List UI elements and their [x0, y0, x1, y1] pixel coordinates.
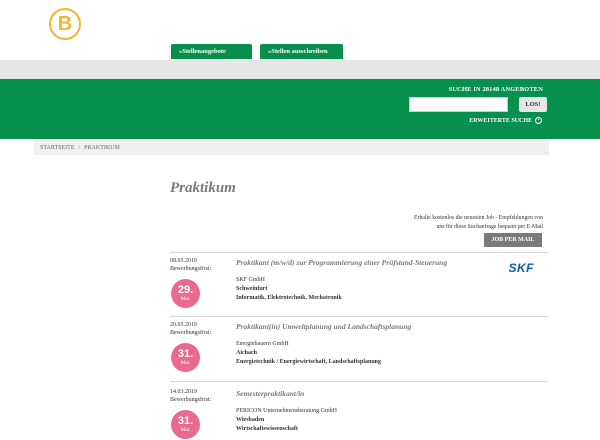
divider [170, 316, 548, 317]
tab-stellen-ausschreiben[interactable]: »Stellen ausschreiben [260, 44, 343, 59]
job-city: Aichach [236, 350, 257, 356]
job-deadline-label: Bewerbungsfrist: [170, 266, 212, 272]
mail-info: Erhalte kostenlos die neuesten Job - Emp… [383, 214, 543, 232]
job-field: Informatik, Elektrotechnik, Mechatronik [236, 295, 342, 301]
job-city: Schweinfurt [236, 286, 268, 292]
job-field: Wirtschaftswissenschaft [236, 426, 298, 432]
search-button[interactable]: LOS! [519, 97, 547, 112]
job-title-link[interactable]: Semesterpraktikant/in [236, 389, 304, 398]
job-company: SKF GmbH [236, 277, 265, 283]
logo-letter: B [57, 13, 73, 35]
tab-stellenangebote[interactable]: »Stellenangebote [171, 44, 252, 59]
deadline-day: 31. [177, 415, 194, 427]
job-listing: 20.03.2019 Bewerbungsfrist: 31. Mar. Pra… [170, 322, 548, 386]
deadline-month: Mar. [180, 360, 191, 366]
mail-info-line2: uns für diese Suchanfrage bequem per E-M… [436, 224, 543, 230]
search-input[interactable] [409, 97, 508, 112]
deadline-day: 31. [177, 348, 194, 360]
deadline-badge: 29. Mar. [171, 279, 200, 308]
deadline-day: 29. [177, 284, 194, 296]
deadline-month: Mar. [180, 296, 191, 302]
job-listing: 08.03.2019 Bewerbungsfrist: 29. Mar. Pra… [170, 258, 548, 322]
plus-circle-icon: + [535, 117, 542, 124]
deadline-month: Mar. [180, 427, 191, 433]
job-date: 20.03.2019 [170, 322, 197, 328]
company-logo[interactable]: SKF [509, 261, 535, 275]
page-title: Praktikum [170, 180, 236, 196]
deadline-badge: 31. Mar. [171, 343, 200, 372]
site-logo[interactable]: B [49, 8, 81, 40]
mail-info-line1: Erhalte kostenlos die neuesten Job - Emp… [414, 215, 543, 221]
header-gray-bar [0, 60, 600, 79]
job-city: Wiesbaden [236, 417, 265, 423]
divider [170, 381, 548, 382]
breadcrumb-home[interactable]: STARTSEITE [40, 145, 75, 151]
job-deadline-label: Bewerbungsfrist: [170, 330, 212, 336]
job-date: 14.03.2019 [170, 389, 197, 395]
breadcrumb-separator: / [78, 144, 81, 151]
job-per-mail-button[interactable]: JOB PER MAIL [484, 233, 542, 247]
breadcrumb-current: PRAKTIKUM [84, 144, 120, 151]
breadcrumb: STARTSEITE / PRAKTIKUM [34, 140, 549, 155]
main-nav: »Stellenangebote »Stellen ausschreiben [171, 44, 343, 59]
advanced-search-label: ERWEITERTE SUCHE [469, 117, 532, 124]
job-listing: 14.03.2019 Bewerbungsfrist: 31. Mar. Sem… [170, 389, 548, 440]
job-title-link[interactable]: Praktikant(in) Umweltplanung und Landsch… [236, 322, 411, 331]
job-deadline-label: Bewerbungsfrist: [170, 397, 212, 403]
job-title-link[interactable]: Praktikant (m/w/d) zur Programmierung ei… [236, 258, 447, 267]
search-title: SUCHE IN 28148 ANGEBOTEN [448, 86, 543, 93]
deadline-badge: 31. Mar. [171, 410, 200, 439]
job-company: PERICON Unternehmensberatung GmbH [236, 408, 337, 414]
job-company: Energiebauern GmbH [236, 341, 289, 347]
divider [170, 252, 548, 253]
advanced-search-link[interactable]: ERWEITERTE SUCHE + [469, 117, 542, 124]
job-field: Energietechnik / Energiewirtschaft, Land… [236, 359, 382, 365]
job-date: 08.03.2019 [170, 258, 197, 264]
